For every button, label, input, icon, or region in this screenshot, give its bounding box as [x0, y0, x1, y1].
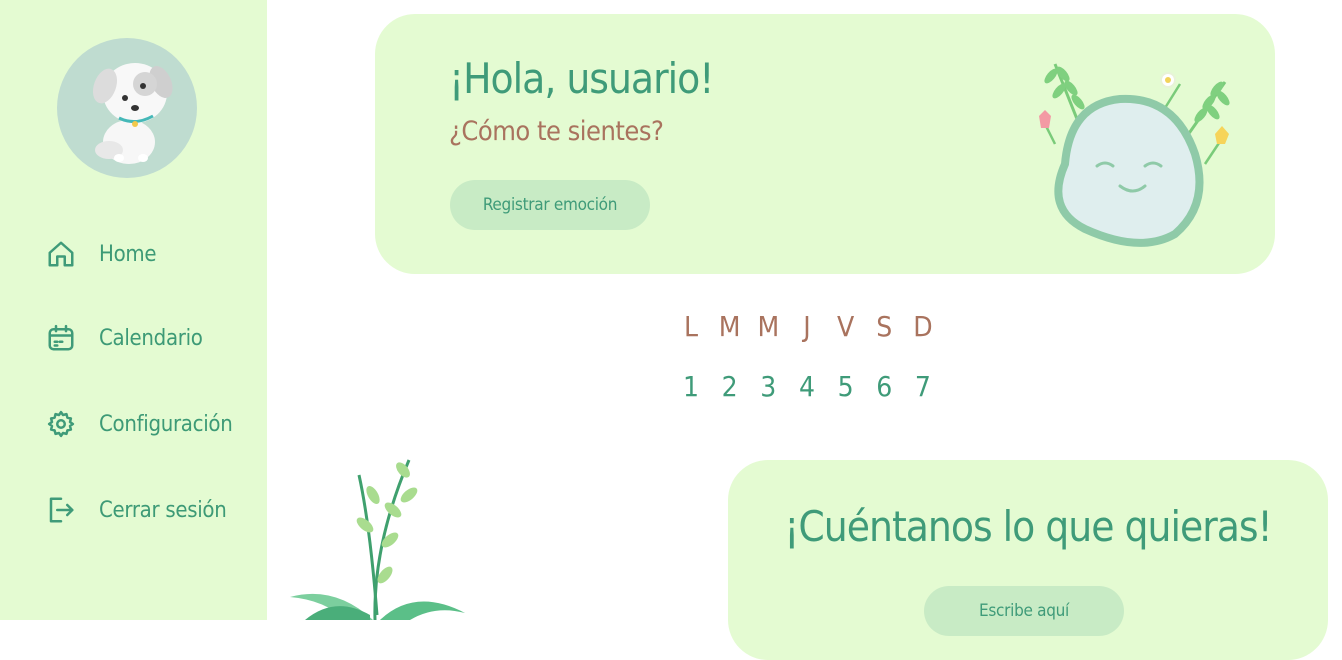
weekday-label: M	[757, 310, 780, 343]
sidebar-item-home[interactable]: Home	[44, 234, 157, 274]
smiling-rock-icon	[1039, 63, 1230, 247]
weekday-label: V	[837, 310, 855, 343]
tell-us-title: ¡Cuéntanos lo que quieras!	[784, 502, 1272, 551]
week-numbers: 1 2 3 4 5 6 7	[672, 370, 942, 403]
day-number[interactable]: 5	[827, 370, 865, 403]
day-number[interactable]: 7	[904, 370, 942, 403]
sidebar-item-calendario[interactable]: Calendario	[44, 318, 203, 358]
sidebar-item-label: Cerrar sesión	[99, 497, 227, 523]
sidebar-item-configuracion[interactable]: Configuración	[44, 404, 233, 444]
sidebar-item-label: Home	[99, 241, 157, 267]
day-number[interactable]: 1	[672, 370, 710, 403]
avatar[interactable]	[57, 38, 197, 178]
calendar-icon	[44, 321, 78, 355]
day-number[interactable]: 2	[711, 370, 749, 403]
greeting-subtitle: ¿Cómo te sientes?	[449, 116, 664, 147]
plant-icon	[290, 459, 465, 620]
weekday-label: D	[913, 310, 933, 343]
weekday-label: L	[683, 310, 699, 343]
sidebar-item-cerrar-sesion[interactable]: Cerrar sesión	[44, 490, 227, 530]
puppy-icon	[92, 63, 173, 164]
write-here-button[interactable]: Escribe aquí	[924, 586, 1124, 636]
day-number[interactable]: 4	[788, 370, 826, 403]
weekday-label: S	[876, 310, 893, 343]
home-icon	[44, 237, 78, 271]
weekday-label: M	[718, 310, 741, 343]
tell-us-card: ¡Cuéntanos lo que quieras! Escribe aquí	[728, 460, 1328, 660]
weekday-label: J	[803, 310, 811, 343]
day-number[interactable]: 6	[865, 370, 903, 403]
logout-icon	[44, 493, 78, 527]
greeting-card: ¡Hola, usuario! ¿Cómo te sientes? Regist…	[375, 14, 1275, 274]
sidebar: Home Calendario Configuración Cerrar ses…	[0, 0, 267, 620]
sidebar-item-label: Configuración	[99, 411, 233, 437]
register-emotion-button[interactable]: Registrar emoción	[450, 180, 650, 230]
day-number[interactable]: 3	[749, 370, 787, 403]
week-days: L M M J V S D	[672, 310, 942, 343]
greeting-title: ¡Hola, usuario!	[449, 54, 714, 103]
gear-icon	[44, 407, 78, 441]
sidebar-item-label: Calendario	[99, 325, 203, 351]
